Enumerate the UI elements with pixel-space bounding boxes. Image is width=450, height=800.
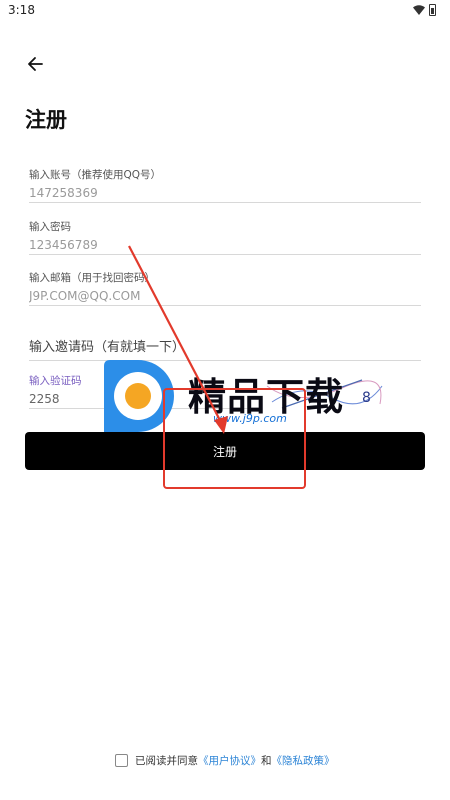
email-field-label: 输入邮箱（用于找回密码） xyxy=(29,272,155,284)
password-input[interactable] xyxy=(29,236,421,254)
captcha-image[interactable]: 8 xyxy=(262,374,384,414)
back-button[interactable] xyxy=(22,52,48,76)
agreement-row: 已阅读并同意 《用户协议》 和 《隐私政策》 xyxy=(115,753,335,768)
arrow-left-icon xyxy=(28,57,43,71)
battery-icon xyxy=(429,4,436,16)
captcha-field: 输入验证码 xyxy=(29,374,259,409)
status-bar: 3:18 xyxy=(0,0,450,22)
page-title: 注册 xyxy=(25,108,67,132)
email-input[interactable] xyxy=(29,287,421,305)
captcha-text: 8 xyxy=(362,390,371,406)
password-field-label: 输入密码 xyxy=(29,221,71,233)
wifi-icon xyxy=(413,5,425,15)
agreement-prefix: 已阅读并同意 xyxy=(135,755,198,767)
status-icons xyxy=(413,4,436,16)
invite-code-input[interactable] xyxy=(29,338,421,358)
password-field: 输入密码 xyxy=(29,220,421,255)
captcha-input[interactable] xyxy=(29,390,259,408)
account-field: 输入账号（推荐使用QQ号） xyxy=(29,168,421,203)
register-button[interactable]: 注册 xyxy=(25,432,425,470)
account-input[interactable] xyxy=(29,184,421,202)
captcha-field-label: 输入验证码 xyxy=(29,375,82,387)
account-field-label: 输入账号（推荐使用QQ号） xyxy=(29,169,162,181)
privacy-policy-link[interactable]: 《隐私政策》 xyxy=(272,753,335,768)
status-time: 3:18 xyxy=(8,3,35,17)
agreement-conjunction: 和 xyxy=(261,755,272,767)
email-field: 输入邮箱（用于找回密码） xyxy=(29,271,421,306)
invite-code-field xyxy=(29,336,421,361)
agreement-checkbox[interactable] xyxy=(115,754,128,767)
user-agreement-link[interactable]: 《用户协议》 xyxy=(198,753,261,768)
